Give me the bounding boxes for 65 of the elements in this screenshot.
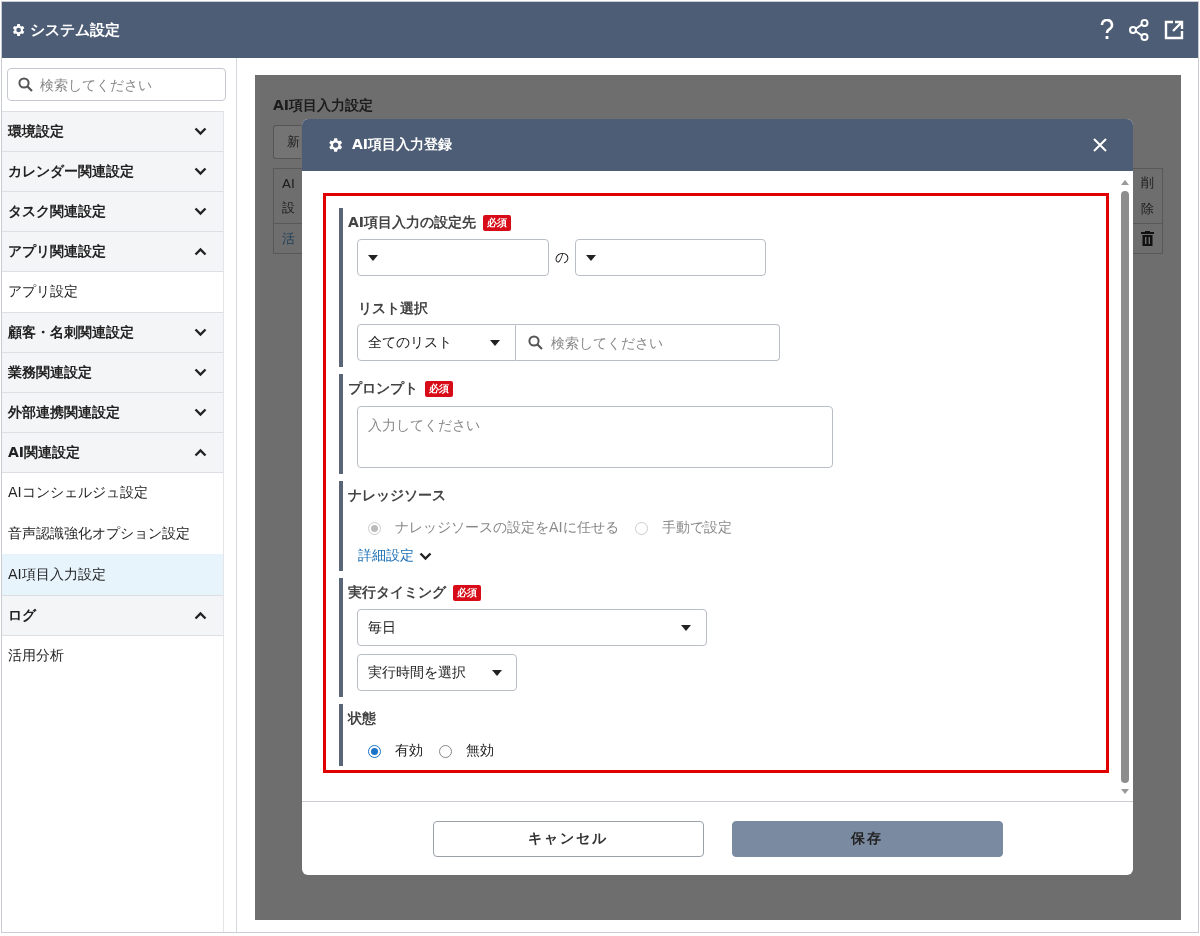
caret-icon	[368, 254, 378, 261]
radio-button[interactable]	[439, 744, 452, 758]
required-badge: 必須	[425, 381, 453, 397]
sidebar-group[interactable]: AI関連設定	[2, 432, 223, 472]
sidebar-group[interactable]: 環境設定	[2, 111, 223, 151]
chevron-down-icon	[194, 127, 207, 136]
caret-icon	[490, 339, 500, 346]
timing-dropdown[interactable]: 毎日	[357, 609, 707, 646]
column-header: 削	[1141, 174, 1154, 192]
section-label: プロンプト	[348, 380, 418, 398]
chevron-down-icon	[419, 551, 432, 561]
trash-icon[interactable]	[1141, 231, 1154, 246]
caret-icon	[681, 624, 691, 631]
page-title: AI項目入力設定	[273, 97, 375, 115]
column-header: 除	[1141, 200, 1154, 218]
sidebar-group[interactable]: カレンダー関連設定	[2, 151, 223, 191]
section-label: 実行タイミング	[348, 584, 446, 602]
new-button[interactable]: 新	[273, 125, 301, 159]
sidebar-group[interactable]: ログ	[2, 595, 223, 635]
help-icon[interactable]	[1100, 19, 1114, 41]
list-dropdown[interactable]: 全てのリスト	[357, 324, 516, 361]
prompt-field[interactable]: 入力してください	[357, 406, 833, 468]
save-button[interactable]: 保存	[731, 820, 1003, 857]
section-label: AI項目入力の設定先	[348, 214, 477, 232]
sidebar-group[interactable]: 外部連携関連設定	[2, 392, 223, 432]
section-label: 状態	[348, 710, 376, 728]
required-badge: 必須	[453, 585, 481, 601]
chevron-down-icon	[194, 207, 207, 216]
search-icon	[18, 77, 33, 92]
share-icon[interactable]	[1128, 19, 1150, 41]
gear-icon	[10, 22, 26, 38]
cancel-button[interactable]: キャンセル	[432, 820, 704, 857]
chevron-down-icon	[194, 328, 207, 337]
sidebar-group[interactable]: 顧客・名刺関連設定	[2, 312, 223, 352]
caret-icon	[586, 254, 596, 261]
search-icon	[528, 335, 543, 350]
search-input[interactable]: 検索してください	[40, 69, 215, 100]
app-title: システム設定	[30, 20, 121, 40]
close-button[interactable]	[1091, 136, 1109, 154]
list-select-label: リスト選択	[358, 300, 429, 318]
sidebar-group[interactable]: タスク関連設定	[2, 191, 223, 231]
search-field[interactable]: 検索してください	[7, 68, 226, 101]
section-label: ナレッジソース	[348, 487, 446, 505]
radio-option[interactable]: 有効	[368, 742, 423, 760]
chevron-down-icon	[194, 368, 207, 377]
chevron-up-icon	[194, 611, 207, 620]
chevron-up-icon	[194, 448, 207, 457]
chevron-down-icon	[194, 408, 207, 417]
search-input[interactable]: 検索してください	[551, 325, 779, 360]
sidebar-group[interactable]: 業務関連設定	[2, 352, 223, 392]
sidebar-item[interactable]: AI項目入力設定	[2, 554, 223, 595]
dialog-title: AI項目入力登録	[352, 136, 454, 154]
chevron-down-icon	[194, 167, 207, 176]
external-link-icon[interactable]	[1164, 20, 1184, 40]
required-badge: 必須	[483, 215, 512, 231]
column-header: 設	[282, 198, 295, 217]
time-dropdown[interactable]: 実行時間を選択	[357, 654, 517, 691]
column-header: AI	[282, 175, 295, 191]
chevron-up-icon	[194, 247, 207, 256]
caret-icon	[492, 669, 502, 676]
radio-option[interactable]: 無効	[439, 742, 494, 760]
radio-button[interactable]	[368, 744, 381, 758]
search-field[interactable]: 検索してください	[516, 324, 780, 361]
connector-text: の	[555, 248, 569, 267]
sidebar-group[interactable]: アプリ関連設定	[2, 231, 223, 271]
